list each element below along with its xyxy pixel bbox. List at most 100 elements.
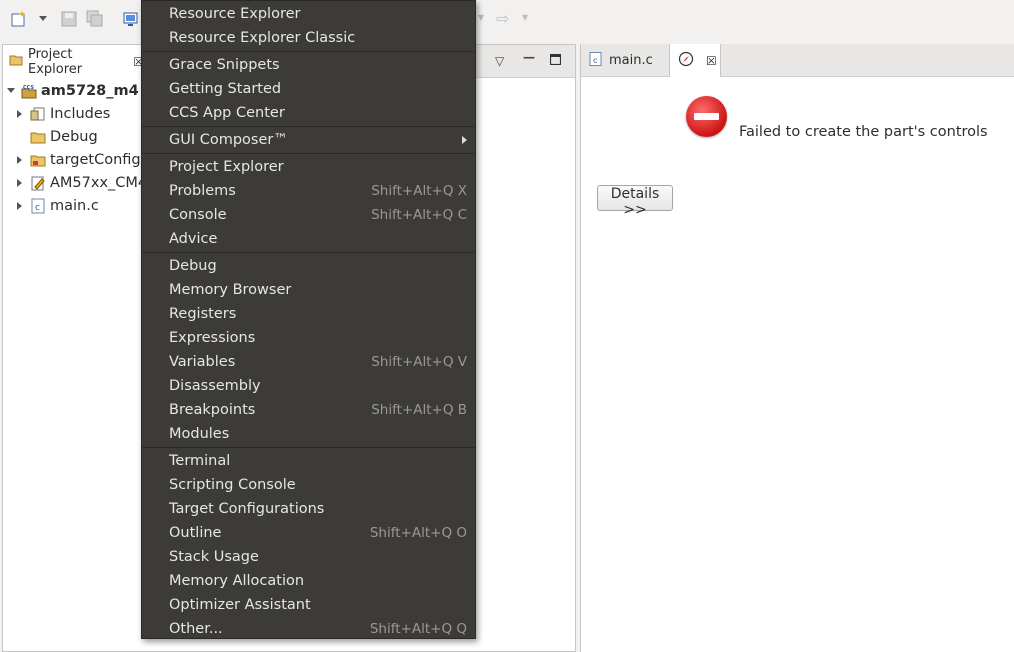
menu-item-label: Debug	[169, 258, 217, 274]
tree-item-main-c[interactable]: c main.c	[17, 194, 99, 217]
save-icon[interactable]	[60, 10, 78, 28]
menu-item-label: Variables	[169, 354, 236, 370]
tab-project-explorer[interactable]: Project Explorer ☒	[3, 45, 145, 78]
tree-item-am57xx[interactable]: AM57xx_CM4.	[17, 171, 152, 194]
menu-item-terminal[interactable]: Terminal	[142, 449, 475, 473]
menu-item-shortcut: Shift+Alt+Q C	[371, 207, 467, 223]
tree-item-project[interactable]: CCS am5728_m4 [A	[7, 79, 162, 102]
menu-item-label: Terminal	[169, 453, 231, 469]
compass-icon	[678, 51, 694, 71]
expand-arrow-icon[interactable]	[17, 201, 22, 210]
expand-arrow-icon[interactable]	[17, 109, 22, 118]
back-arrow-icon: ▾	[478, 10, 485, 24]
menu-item-other[interactable]: Other... Shift+Alt+Q Q	[142, 617, 475, 641]
menu-item-label: Scripting Console	[169, 477, 296, 493]
menu-item-label: Memory Browser	[169, 282, 292, 298]
tab-label: main.c	[609, 53, 653, 68]
menu-item-label: Resource Explorer Classic	[169, 30, 356, 46]
menu-item-label: Grace Snippets	[169, 57, 280, 73]
tab-active-part[interactable]: ☒	[669, 44, 721, 77]
menu-item-label: Getting Started	[169, 81, 282, 97]
menu-item-memory-allocation[interactable]: Memory Allocation	[142, 569, 475, 593]
error-icon	[686, 96, 727, 137]
menu-item-resource-explorer[interactable]: Resource Explorer	[142, 2, 475, 26]
minimize-icon[interactable]: —	[523, 50, 535, 64]
menu-item-disassembly[interactable]: Disassembly	[142, 374, 475, 398]
menu-item-label: Modules	[169, 426, 230, 442]
menu-item-expressions[interactable]: Expressions	[142, 326, 475, 350]
debug-folder-label: Debug	[50, 128, 98, 145]
chevron-down-icon[interactable]	[39, 16, 47, 21]
menu-item-shortcut: Shift+Alt+Q X	[371, 183, 467, 199]
menu-item-scripting-console[interactable]: Scripting Console	[142, 473, 475, 497]
expand-arrow-icon[interactable]	[17, 155, 22, 164]
menu-item-label: Stack Usage	[169, 549, 259, 565]
menu-item-label: Outline	[169, 525, 222, 541]
c-file-icon: c	[30, 198, 46, 214]
menu-item-registers[interactable]: Registers	[142, 302, 475, 326]
menu-item-problems[interactable]: Problems Shift+Alt+Q X	[142, 179, 475, 203]
editor-tabbar: c main.c ☒	[581, 44, 1014, 77]
menu-item-label: Console	[169, 207, 227, 223]
menu-item-breakpoints[interactable]: Breakpoints Shift+Alt+Q B	[142, 398, 475, 422]
tree-item-targetconfigs[interactable]: targetConfigs	[17, 148, 148, 171]
expand-arrow-icon[interactable]	[7, 88, 15, 93]
menu-item-project-explorer[interactable]: Project Explorer	[142, 155, 475, 179]
folder-icon	[30, 152, 46, 168]
view-menu-icon[interactable]: ▽	[495, 54, 504, 68]
folder-icon	[30, 129, 46, 145]
show-view-menu: Resource Explorer Resource Explorer Class…	[141, 0, 476, 639]
details-button[interactable]: Details >>	[597, 185, 673, 218]
menu-item-target-configurations[interactable]: Target Configurations	[142, 497, 475, 521]
c-file-icon: c	[589, 51, 603, 70]
menu-item-shortcut: Shift+Alt+Q O	[369, 525, 467, 541]
menu-item-label: Breakpoints	[169, 402, 256, 418]
ccs-project-icon: CCS	[21, 83, 37, 99]
svg-text:c: c	[35, 203, 40, 213]
menu-item-outline[interactable]: Outline Shift+Alt+Q O	[142, 521, 475, 545]
targetconfigs-label: targetConfigs	[50, 151, 149, 168]
menu-item-modules[interactable]: Modules	[142, 422, 475, 446]
menu-item-console[interactable]: Console Shift+Alt+Q C	[142, 203, 475, 227]
menu-item-shortcut: Shift+Alt+Q Q	[369, 621, 467, 637]
submenu-arrow-icon	[462, 136, 467, 144]
tree-item-includes[interactable]: Includes	[17, 102, 110, 125]
menu-item-ccs-app-center[interactable]: CCS App Center	[142, 101, 475, 125]
tree-item-debug[interactable]: Debug	[30, 125, 98, 148]
tab-label: Project Explorer	[28, 46, 83, 77]
expand-arrow-icon[interactable]	[17, 178, 22, 187]
new-wizard-icon[interactable]	[10, 10, 28, 28]
menu-item-stack-usage[interactable]: Stack Usage	[142, 545, 475, 569]
close-icon[interactable]: ☒	[706, 54, 717, 68]
menu-item-label: Registers	[169, 306, 237, 322]
svg-text:CCS: CCS	[23, 85, 34, 91]
am57xx-label: AM57xx_CM4.	[50, 174, 152, 191]
menu-item-grace-snippets[interactable]: Grace Snippets	[142, 53, 475, 77]
chevron-down-icon[interactable]: ▾	[522, 10, 528, 24]
menu-item-variables[interactable]: Variables Shift+Alt+Q V	[142, 350, 475, 374]
menu-item-optimizer-assistant[interactable]: Optimizer Assistant	[142, 593, 475, 617]
menu-item-getting-started[interactable]: Getting Started	[142, 77, 475, 101]
menu-item-label: Disassembly	[169, 378, 261, 394]
menu-item-label: Optimizer Assistant	[169, 597, 311, 613]
maximize-icon[interactable]	[549, 53, 562, 68]
editor-panel: c main.c ☒ Failed to create the part's c…	[580, 44, 1014, 652]
project-explorer-icon	[9, 53, 23, 71]
includes-icon	[30, 106, 46, 122]
forward-arrow-icon[interactable]: ⇨	[496, 9, 509, 28]
menu-item-label: Problems	[169, 183, 236, 199]
menu-item-gui-composer[interactable]: GUI Composer™	[142, 128, 475, 152]
menu-item-label: Resource Explorer	[169, 6, 301, 22]
menu-item-advice[interactable]: Advice	[142, 227, 475, 251]
menu-item-resource-explorer-classic[interactable]: Resource Explorer Classic	[142, 26, 475, 50]
error-message: Failed to create the part's controls	[739, 124, 988, 140]
save-all-icon[interactable]	[86, 10, 104, 28]
main-c-label: main.c	[50, 197, 99, 214]
menu-item-debug[interactable]: Debug	[142, 254, 475, 278]
menu-item-label: Advice	[169, 231, 218, 247]
tab-main-c[interactable]: c main.c	[581, 44, 669, 77]
menu-item-label: Project Explorer	[169, 159, 284, 175]
menu-item-memory-browser[interactable]: Memory Browser	[142, 278, 475, 302]
menu-item-label: CCS App Center	[169, 105, 285, 121]
debug-view-icon[interactable]	[122, 10, 140, 28]
